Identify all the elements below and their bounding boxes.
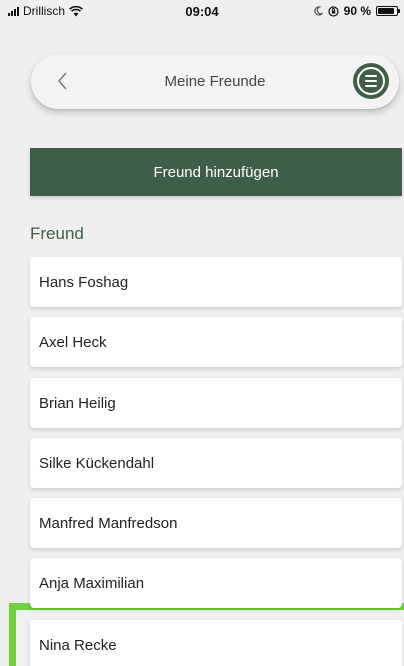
- friend-row[interactable]: Manfred Manfredson: [30, 498, 402, 548]
- friend-row[interactable]: Axel Heck: [30, 317, 402, 367]
- add-friend-button[interactable]: Freund hinzufügen: [30, 148, 402, 196]
- friend-row[interactable]: Silke Kückendahl: [30, 438, 402, 488]
- app-screen: Drillisch 09:04 90 % Meine Freunde Freun…: [0, 0, 404, 666]
- friend-row[interactable]: Nina Recke: [30, 620, 402, 666]
- friend-row[interactable]: Anja Maximilian: [30, 558, 402, 608]
- section-label: Freund: [30, 224, 84, 243]
- orientation-lock-icon: [328, 5, 339, 17]
- page-title: Meine Freunde: [164, 73, 266, 90]
- status-bar: Drillisch 09:04 90 %: [0, 0, 404, 24]
- battery-percent: 90 %: [343, 4, 371, 18]
- battery-icon: [376, 6, 400, 16]
- menu-button[interactable]: [353, 63, 389, 99]
- status-right: 90 %: [313, 4, 400, 18]
- friend-row[interactable]: Brian Heilig: [30, 378, 402, 428]
- hamburger-menu-icon: [357, 67, 385, 95]
- moon-icon: [314, 6, 323, 16]
- battery-fill: [378, 8, 395, 14]
- friend-row[interactable]: Hans Foshag: [30, 257, 402, 307]
- header-bar: Meine Freunde: [31, 54, 399, 109]
